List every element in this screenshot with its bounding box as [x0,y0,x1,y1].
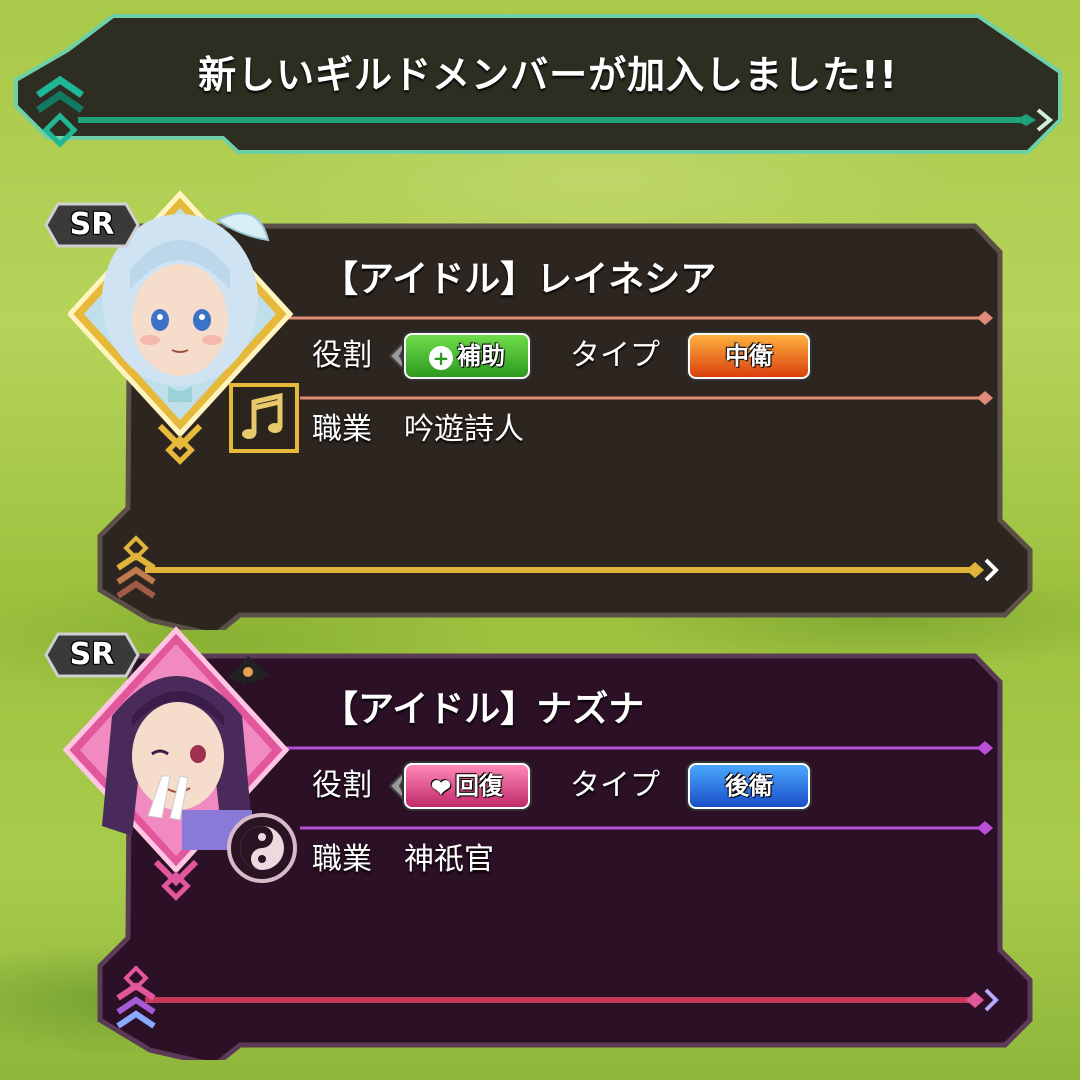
banner-title: 新しいギルドメンバーが加入しました!! [198,53,898,97]
type-label: タイプ [570,338,660,373]
type-chip: 中衛 [688,333,810,379]
job-label: 職業 [312,842,372,877]
rarity-badge: SR [44,202,140,248]
type-label: タイプ [570,768,660,803]
role-label: 役割 [312,338,372,373]
role-label: 役割 [312,768,372,803]
member-name: 【アイドル】レイネシア [322,259,717,300]
role-value: 回復 [455,771,504,800]
member-card-2[interactable]: SR 【アイドル】ナズナ 役割 ❤ 回復 タイプ 後衛 職業 神祇官 [0,620,1080,1060]
rarity-label: SR [69,637,115,672]
yin-yang-icon [226,812,298,884]
join-banner: 新しいギルドメンバーが加入しました!! [8,10,1070,160]
member-card-1[interactable]: SR 【アイドル】レイネシア 役割 + 補助 タイプ 中衛 職業 吟遊詩人 [0,190,1080,630]
job-value: 神祇官 [404,842,494,877]
role-value: 補助 [457,341,505,370]
rarity-badge: SR [44,632,140,678]
member-name: 【アイドル】ナズナ [322,689,645,730]
heart-icon: ❤ [430,772,452,802]
rarity-label: SR [69,207,115,242]
type-chip: 後衛 [688,763,810,809]
plus-circle-icon: + [429,345,453,370]
role-chip: + 補助 [404,333,530,379]
role-chip: ❤ 回復 [404,763,530,809]
job-label: 職業 [312,412,372,447]
job-value: 吟遊詩人 [404,412,524,447]
music-note-icon [228,382,300,454]
